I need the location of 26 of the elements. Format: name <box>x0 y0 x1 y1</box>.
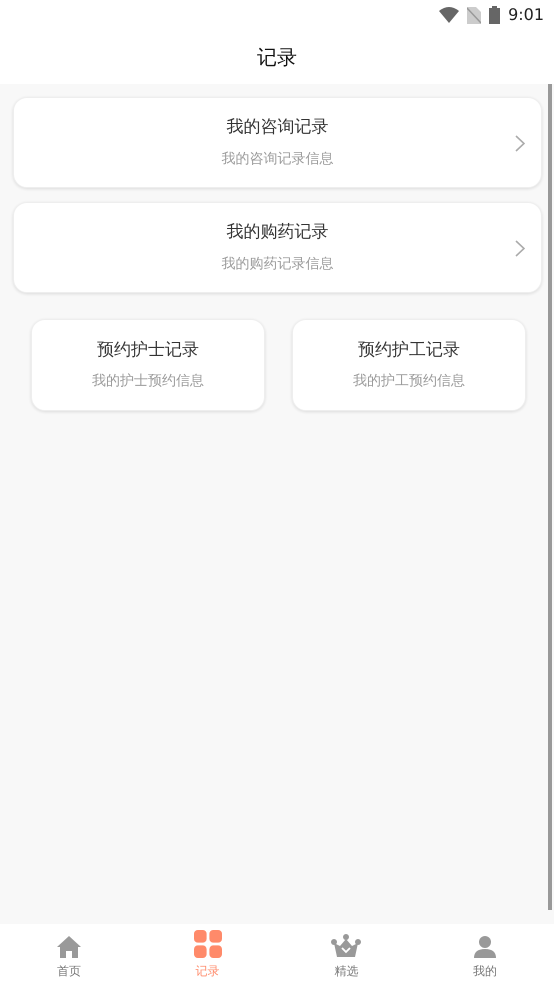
card-subtitle: 我的护士预约信息 <box>92 372 204 392</box>
tab[interactable]: 首页 <box>0 924 138 980</box>
card-title: 我的购药记录 <box>226 221 328 244</box>
crown-icon <box>331 934 362 958</box>
record-card[interactable]: 我的咨询记录 我的咨询记录信息 <box>13 97 542 188</box>
clock: 9:01 <box>508 4 544 26</box>
chevron-right-icon <box>515 240 525 257</box>
battery-icon <box>489 6 500 24</box>
chevron-right-icon <box>515 135 525 152</box>
person-icon <box>474 936 496 958</box>
card-title: 预约护士记录 <box>97 338 199 362</box>
tab[interactable]: 我的 <box>416 924 554 980</box>
card-subtitle: 我的护工预约信息 <box>353 372 465 392</box>
card-title: 预约护工记录 <box>358 338 460 362</box>
wifi-icon <box>439 7 460 23</box>
no-sim-icon <box>467 6 482 24</box>
record-card[interactable]: 我的购药记录 我的购药记录信息 <box>13 202 542 293</box>
record-card[interactable]: 预约护工记录 我的护工预约信息 <box>292 319 526 411</box>
page-title: 记录 <box>257 44 297 71</box>
grid-icon <box>192 930 223 958</box>
card-subtitle: 我的咨询记录信息 <box>222 150 334 169</box>
card-subtitle: 我的购药记录信息 <box>222 254 334 274</box>
tab[interactable]: 精选 <box>277 924 416 980</box>
record-card[interactable]: 预约护士记录 我的护士预约信息 <box>31 319 265 411</box>
home-icon <box>57 936 81 958</box>
card-title: 我的咨询记录 <box>226 116 328 140</box>
